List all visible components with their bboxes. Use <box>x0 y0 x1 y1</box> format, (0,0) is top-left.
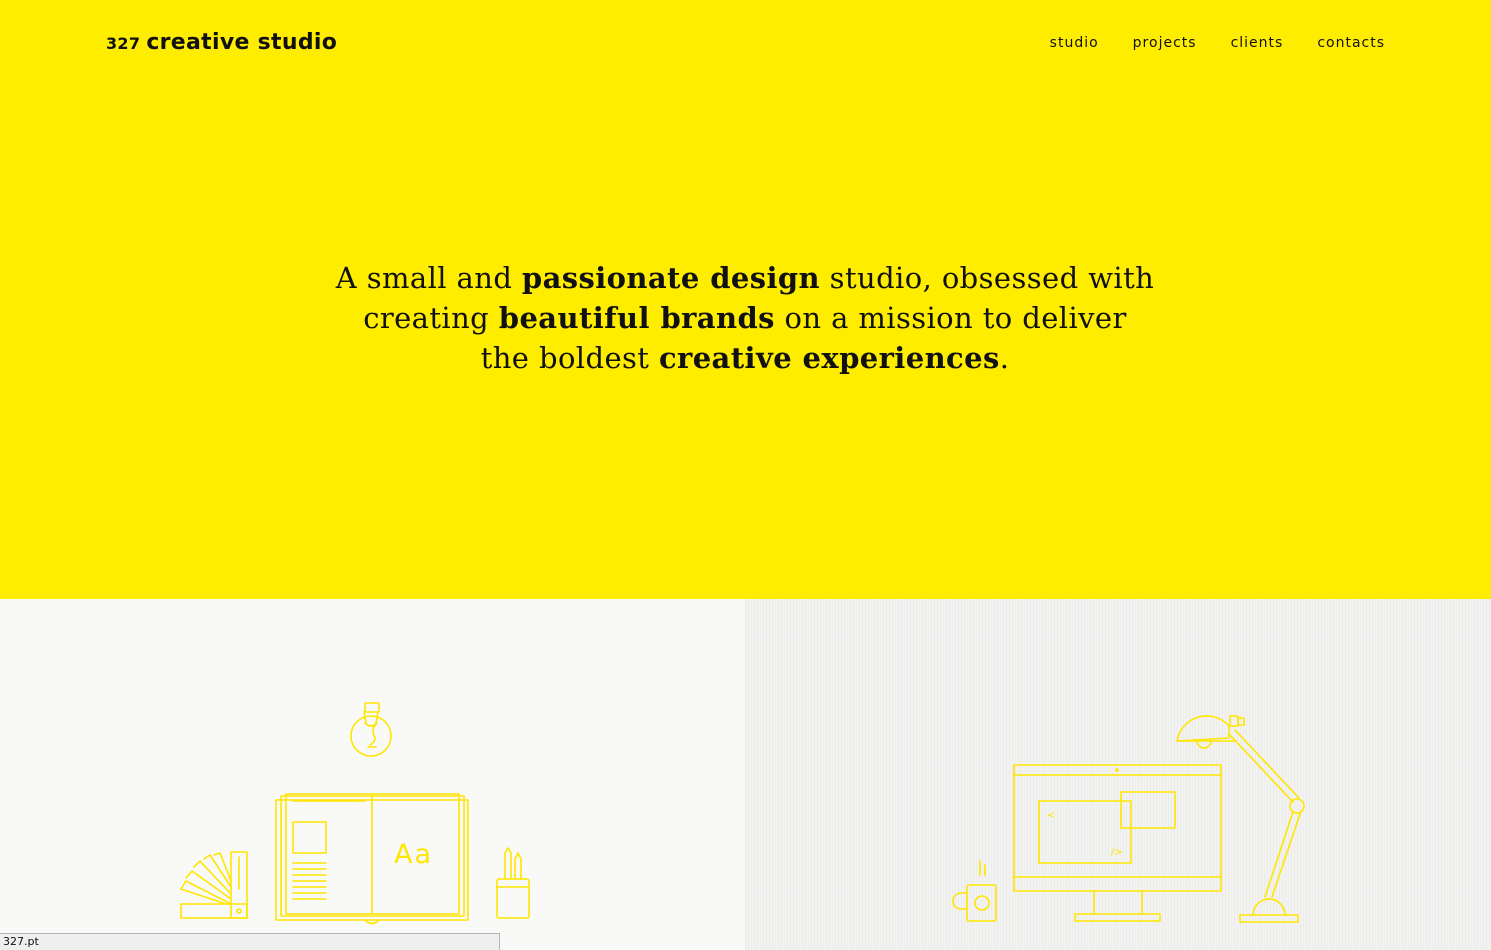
tagline-line2-b: beautiful brands <box>498 301 775 335</box>
tagline-line1-a: A small and <box>335 261 522 295</box>
design-panel[interactable]: Aa <box>0 599 745 950</box>
nav-contacts[interactable]: contacts <box>1317 35 1385 51</box>
tagline-line3-c: . <box>999 341 1010 375</box>
tagline-line1-b: passionate design <box>521 261 821 295</box>
development-panel[interactable]: < /> <box>745 599 1491 950</box>
open-book-icon <box>275 793 469 925</box>
tagline-line2-c: on a mission to deliver <box>774 301 1127 335</box>
code-glyph-close: /> <box>1111 847 1123 858</box>
code-glyph-open: < <box>1047 810 1055 821</box>
development-illustration: < /> <box>952 715 1305 923</box>
lightbulb-icon <box>350 702 392 757</box>
desktop-monitor-icon <box>1013 764 1222 922</box>
hero-tagline: A small and passionate design studio, ob… <box>245 258 1245 378</box>
status-bar-url: 327.pt <box>0 933 500 950</box>
book-text: Aa <box>394 839 433 870</box>
tagline-line3-b: creative experiences <box>658 341 1000 375</box>
design-illustration: Aa <box>180 702 530 925</box>
logo-text: creative studio <box>146 30 338 55</box>
tagline-line1-c: studio, obsessed with <box>820 261 1155 295</box>
nav-projects[interactable]: projects <box>1133 35 1197 51</box>
tagline-line3-a: the boldest <box>480 341 659 375</box>
pencil-cup-icon <box>496 847 530 919</box>
logo-number: 327 <box>106 34 141 53</box>
tagline-line2-a: creating <box>363 301 499 335</box>
logo-link[interactable]: 327 creative studio <box>106 30 337 55</box>
main-nav: studio projects clients contacts <box>1000 35 1385 51</box>
nav-clients[interactable]: clients <box>1231 35 1284 51</box>
coffee-mug-icon <box>952 860 997 922</box>
color-swatch-fan-icon <box>180 851 248 919</box>
hero-section: 327 creative studio studio projects clien… <box>0 0 1491 599</box>
nav-studio[interactable]: studio <box>1050 35 1099 51</box>
